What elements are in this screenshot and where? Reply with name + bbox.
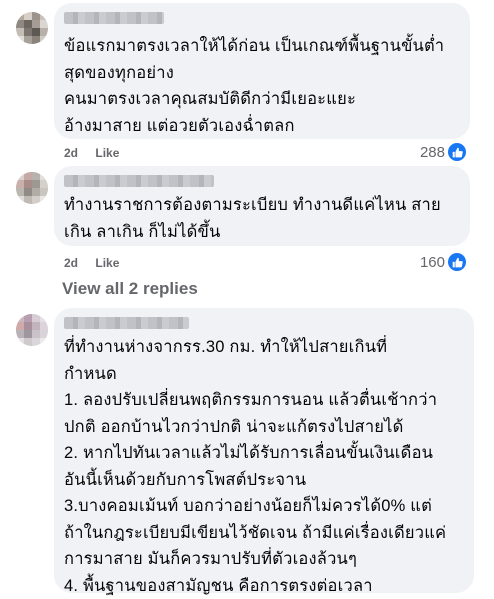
comment-meta: 2d Like	[64, 146, 133, 160]
comment-bubble: ที่ทำงานห่างจากรร.30 กม. ทำให้ไปสายเกินท…	[54, 308, 474, 593]
reaction-summary[interactable]: 160	[420, 252, 467, 272]
comment-line: ปกติ ออกบ้านไวกว่าปกติ น่าจะแก้ตรงไปสายไ…	[64, 414, 464, 441]
comment-line: ถ้าในกฎระเบียบมีเขียนไว้ชัดเจน ถ้ามีแค่เ…	[64, 520, 464, 547]
comment-line: เกิน ลาเกิน ก็ไม่ได้ขึ้น	[64, 219, 460, 246]
comment-timestamp[interactable]: 2d	[64, 146, 78, 160]
like-button[interactable]: Like	[95, 256, 119, 270]
comment-text: ข้อแรกมาตรงเวลาให้ได้ก่อน เป็นเกณฑ์พื้นฐ…	[64, 33, 460, 139]
avatar[interactable]	[16, 172, 48, 204]
comment-line: อันนี้เห็นด้วยกับการโพสต์ประจาน	[64, 467, 464, 494]
comment-line: 1. ลองปรับเปลี่ยนพฤติกรรมการนอน แล้วตื่น…	[64, 387, 464, 414]
comment-line: 2. หากไปทันเวลาแล้วไม่ได้รับการเลื่อนขั้…	[64, 440, 464, 467]
comment-line: สุดของทุกอย่าง	[64, 60, 460, 87]
comment-bubble: ทำงานราชการต้องตามระเบียบ ทำงานดีแค่ไหน …	[54, 166, 470, 246]
comment-author[interactable]	[64, 175, 214, 187]
reaction-count: 160	[420, 254, 445, 271]
reaction-summary[interactable]: 288	[420, 142, 467, 162]
like-button[interactable]: Like	[95, 146, 119, 160]
avatar[interactable]	[16, 314, 48, 346]
comment-author[interactable]	[64, 12, 164, 24]
reaction-count: 288	[420, 144, 445, 161]
comment-bubble: ข้อแรกมาตรงเวลาให้ได้ก่อน เป็นเกณฑ์พื้นฐ…	[54, 3, 470, 139]
avatar[interactable]	[16, 12, 48, 44]
comment-line: ทำงานราชการต้องตามระเบียบ ทำงานดีแค่ไหน …	[64, 192, 460, 219]
comment-line: ที่ทำงานห่างจากรร.30 กม. ทำให้ไปสายเกินท…	[64, 334, 464, 361]
comment-text: ทำงานราชการต้องตามระเบียบ ทำงานดีแค่ไหน …	[64, 192, 460, 245]
comment-text: ที่ทำงานห่างจากรร.30 กม. ทำให้ไปสายเกินท…	[64, 334, 464, 599]
view-replies-link[interactable]: View all 2 replies	[62, 279, 198, 299]
comment-line: 3.บางคอมเม้นท์ บอกว่าอย่างน้อยก็ไม่ควรได…	[64, 493, 464, 520]
comment-line: 4. พื้นฐานของสามัญชน คือการตรงต่อเวลา	[64, 573, 464, 599]
comment-author[interactable]	[64, 317, 189, 329]
comment-line: ข้อแรกมาตรงเวลาให้ได้ก่อน เป็นเกณฑ์พื้นฐ…	[64, 33, 460, 60]
thumbs-up-icon	[447, 252, 467, 272]
comment-line: การมาสาย มันก็ควรมาปรับที่ตัวเองล้วนๆ	[64, 546, 464, 573]
comment-line: อ้างมาสาย แต่อวยตัวเองฉ่ำตลก	[64, 113, 460, 140]
comment-line: คนมาตรงเวลาคุณสมบัติดีกว่ามีเยอะแยะ	[64, 86, 460, 113]
comment-timestamp[interactable]: 2d	[64, 256, 78, 270]
comment-line: กำหนด	[64, 361, 464, 388]
thumbs-up-icon	[447, 142, 467, 162]
comment-meta: 2d Like	[64, 256, 133, 270]
